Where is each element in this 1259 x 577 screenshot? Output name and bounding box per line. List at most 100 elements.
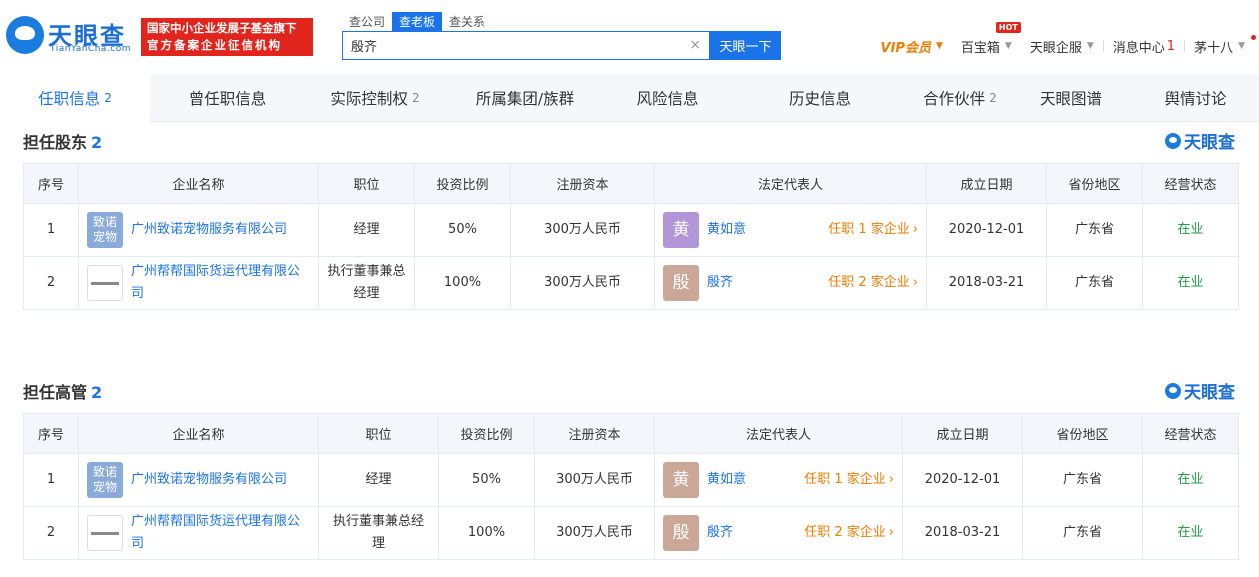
legal-rep-cell: 殷 殷齐 任职 2 家企业 › bbox=[654, 256, 927, 310]
tab-partners[interactable]: 合作伙伴 2 bbox=[910, 74, 1010, 122]
company-link[interactable]: 广州帮帮国际货运代理有限公司 bbox=[131, 511, 310, 555]
col-header: 法定代表人 bbox=[654, 163, 927, 204]
chevron-right-icon: › bbox=[912, 275, 918, 290]
legal-role-text: 任职 2 家企业 bbox=[828, 275, 910, 290]
tab-current-positions[interactable]: 任职信息 2 bbox=[0, 74, 150, 122]
search-tab-boss[interactable]: 查老板 bbox=[392, 12, 443, 32]
section-count: 2 bbox=[91, 383, 103, 402]
search-tab-relation[interactable]: 查关系 bbox=[442, 12, 492, 32]
brand-text: 天眼查 bbox=[1184, 383, 1235, 403]
company-link[interactable]: 广州致诺宠物服务有限公司 bbox=[131, 469, 287, 491]
region-cell: 广东省 bbox=[1022, 453, 1143, 507]
tab-count: 2 bbox=[104, 91, 112, 105]
logo-placeholder-icon bbox=[91, 531, 119, 535]
nav-user[interactable]: 茅十八 ▼ bbox=[1185, 34, 1259, 56]
slogan-line2: 官方备案企业征信机构 bbox=[147, 38, 282, 52]
col-header: 省份地区 bbox=[1046, 163, 1143, 204]
company-logo[interactable] bbox=[87, 265, 123, 301]
search-tab-company[interactable]: 查公司 bbox=[342, 12, 392, 32]
info-tabbar: 任职信息 2 曾任职信息 实际控制权 2 所属集团/族群 风险信息 历史信息 合作伙… bbox=[0, 74, 1259, 122]
col-header: 注册资本 bbox=[510, 163, 655, 204]
col-header: 经营状态 bbox=[1142, 413, 1239, 454]
capital-cell: 300万人民币 bbox=[510, 256, 655, 310]
avatar[interactable]: 殷 bbox=[663, 515, 699, 551]
avatar[interactable]: 黄 bbox=[663, 212, 699, 248]
company-logo[interactable]: 致诺宠物 bbox=[87, 212, 123, 248]
company-link[interactable]: 广州帮帮国际货运代理有限公司 bbox=[131, 261, 310, 305]
tab-label: 舆情讨论 bbox=[1164, 90, 1227, 108]
status-badge: 在业 bbox=[1142, 203, 1239, 257]
vip-label: VIP会员 bbox=[880, 40, 931, 56]
tab-graph[interactable]: 天眼图谱 bbox=[1010, 74, 1132, 122]
chevron-right-icon: › bbox=[912, 222, 918, 237]
search-type-tabs: 查公司 查老板 查关系 bbox=[342, 12, 492, 32]
avatar[interactable]: 黄 bbox=[663, 462, 699, 498]
col-header: 投资比例 bbox=[414, 163, 511, 204]
tab-label: 任职信息 bbox=[38, 90, 101, 108]
col-header: 序号 bbox=[23, 413, 79, 454]
legal-rep-cell: 殷 殷齐 任职 2 家企业 › bbox=[654, 506, 903, 560]
region-cell: 广东省 bbox=[1022, 506, 1143, 560]
eye-logo-icon bbox=[6, 16, 44, 54]
caret-down-icon: ▼ bbox=[1086, 41, 1094, 51]
legal-rep-link[interactable]: 殷齐 bbox=[707, 522, 733, 544]
col-header: 成立日期 bbox=[902, 413, 1023, 454]
search-button[interactable]: 天眼一下 bbox=[710, 31, 781, 60]
chevron-right-icon: › bbox=[888, 525, 894, 540]
avatar[interactable]: 殷 bbox=[663, 265, 699, 301]
legal-rep-cell: 黄 黄如意 任职 1 家企业 › bbox=[654, 203, 927, 257]
top-nav: VIP会员 ▼ 百宝箱 ▼ HOT 天眼企服 ▼ 消息中心 1 茅十八 ▼ bbox=[872, 21, 1259, 56]
search-input[interactable] bbox=[343, 32, 673, 59]
brand-text: 天眼查 bbox=[1184, 133, 1235, 153]
legal-rep-link[interactable]: 黄如意 bbox=[707, 219, 746, 241]
company-logo[interactable]: 致诺宠物 bbox=[87, 462, 123, 498]
date-cell: 2020-12-01 bbox=[926, 203, 1047, 257]
table-row: 1 致诺宠物 广州致诺宠物服务有限公司 经理 50% 300万人民币 黄 黄如意… bbox=[23, 453, 1239, 507]
nav-message[interactable]: 消息中心 1 bbox=[1104, 37, 1184, 56]
tab-actual-control[interactable]: 实际控制权 2 bbox=[305, 74, 445, 122]
ratio-cell: 50% bbox=[438, 453, 535, 507]
col-header: 注册资本 bbox=[534, 413, 655, 454]
position-cell: 执行董事兼总经理 bbox=[318, 506, 439, 560]
tab-former-positions[interactable]: 曾任职信息 bbox=[150, 74, 305, 122]
tab-count: 2 bbox=[411, 91, 420, 105]
legal-rep-link[interactable]: 殷齐 bbox=[707, 272, 733, 294]
legal-rep-companies-link[interactable]: 任职 1 家企业 › bbox=[804, 469, 894, 491]
tab-label: 历史信息 bbox=[788, 90, 851, 108]
tab-sentiment[interactable]: 舆情讨论 bbox=[1132, 74, 1259, 122]
clear-icon[interactable]: × bbox=[689, 37, 701, 53]
shareholder-section-title: 担任股东 2 bbox=[23, 129, 102, 153]
tianyancha-logo[interactable]: 天眼查 TianYanCha.com bbox=[6, 14, 134, 60]
section-title-text: 担任高管 bbox=[23, 383, 88, 402]
search-box: × bbox=[342, 31, 710, 60]
tab-history[interactable]: 历史信息 bbox=[730, 74, 910, 122]
nav-vip[interactable]: VIP会员 ▼ bbox=[872, 37, 952, 56]
company-link[interactable]: 广州致诺宠物服务有限公司 bbox=[131, 219, 287, 241]
legal-rep-link[interactable]: 黄如意 bbox=[707, 469, 746, 491]
tab-label: 合作伙伴 bbox=[923, 90, 986, 108]
position-cell: 经理 bbox=[318, 453, 439, 507]
row-number: 2 bbox=[23, 506, 79, 560]
brand-watermark: 天眼查 bbox=[1165, 128, 1235, 153]
caret-down-icon: ▼ bbox=[935, 41, 943, 51]
company-cell: 广州帮帮国际货运代理有限公司 bbox=[78, 506, 319, 560]
tab-group[interactable]: 所属集团/族群 bbox=[445, 74, 605, 122]
shareholder-table: 序号 企业名称 职位 投资比例 注册资本 法定代表人 成立日期 省份地区 经营状… bbox=[23, 163, 1239, 310]
nav-qiye[interactable]: 天眼企服 ▼ bbox=[1021, 37, 1103, 56]
legal-rep-companies-link[interactable]: 任职 2 家企业 › bbox=[804, 522, 894, 544]
top-header: 天眼查 TianYanCha.com 国家中小企业发展子基金旗下 官方备案企业征… bbox=[0, 0, 1259, 74]
col-header: 企业名称 bbox=[78, 413, 319, 454]
company-logo[interactable] bbox=[87, 515, 123, 551]
legal-rep-companies-link[interactable]: 任职 2 家企业 › bbox=[828, 272, 918, 294]
legal-rep-cell: 黄 黄如意 任职 1 家企业 › bbox=[654, 453, 903, 507]
row-number: 1 bbox=[23, 203, 79, 257]
slogan-banner: 国家中小企业发展子基金旗下 官方备案企业征信机构 bbox=[141, 18, 313, 56]
legal-rep-companies-link[interactable]: 任职 1 家企业 › bbox=[828, 219, 918, 241]
date-cell: 2018-03-21 bbox=[926, 256, 1047, 310]
col-header: 企业名称 bbox=[78, 163, 319, 204]
tab-risk[interactable]: 风险信息 bbox=[605, 74, 730, 122]
section-count: 2 bbox=[91, 133, 103, 152]
nav-baibaoxiang[interactable]: 百宝箱 ▼ HOT bbox=[952, 21, 1021, 56]
qiye-label: 天眼企服 bbox=[1029, 40, 1082, 56]
baibaoxiang-label: 百宝箱 bbox=[960, 40, 1000, 56]
